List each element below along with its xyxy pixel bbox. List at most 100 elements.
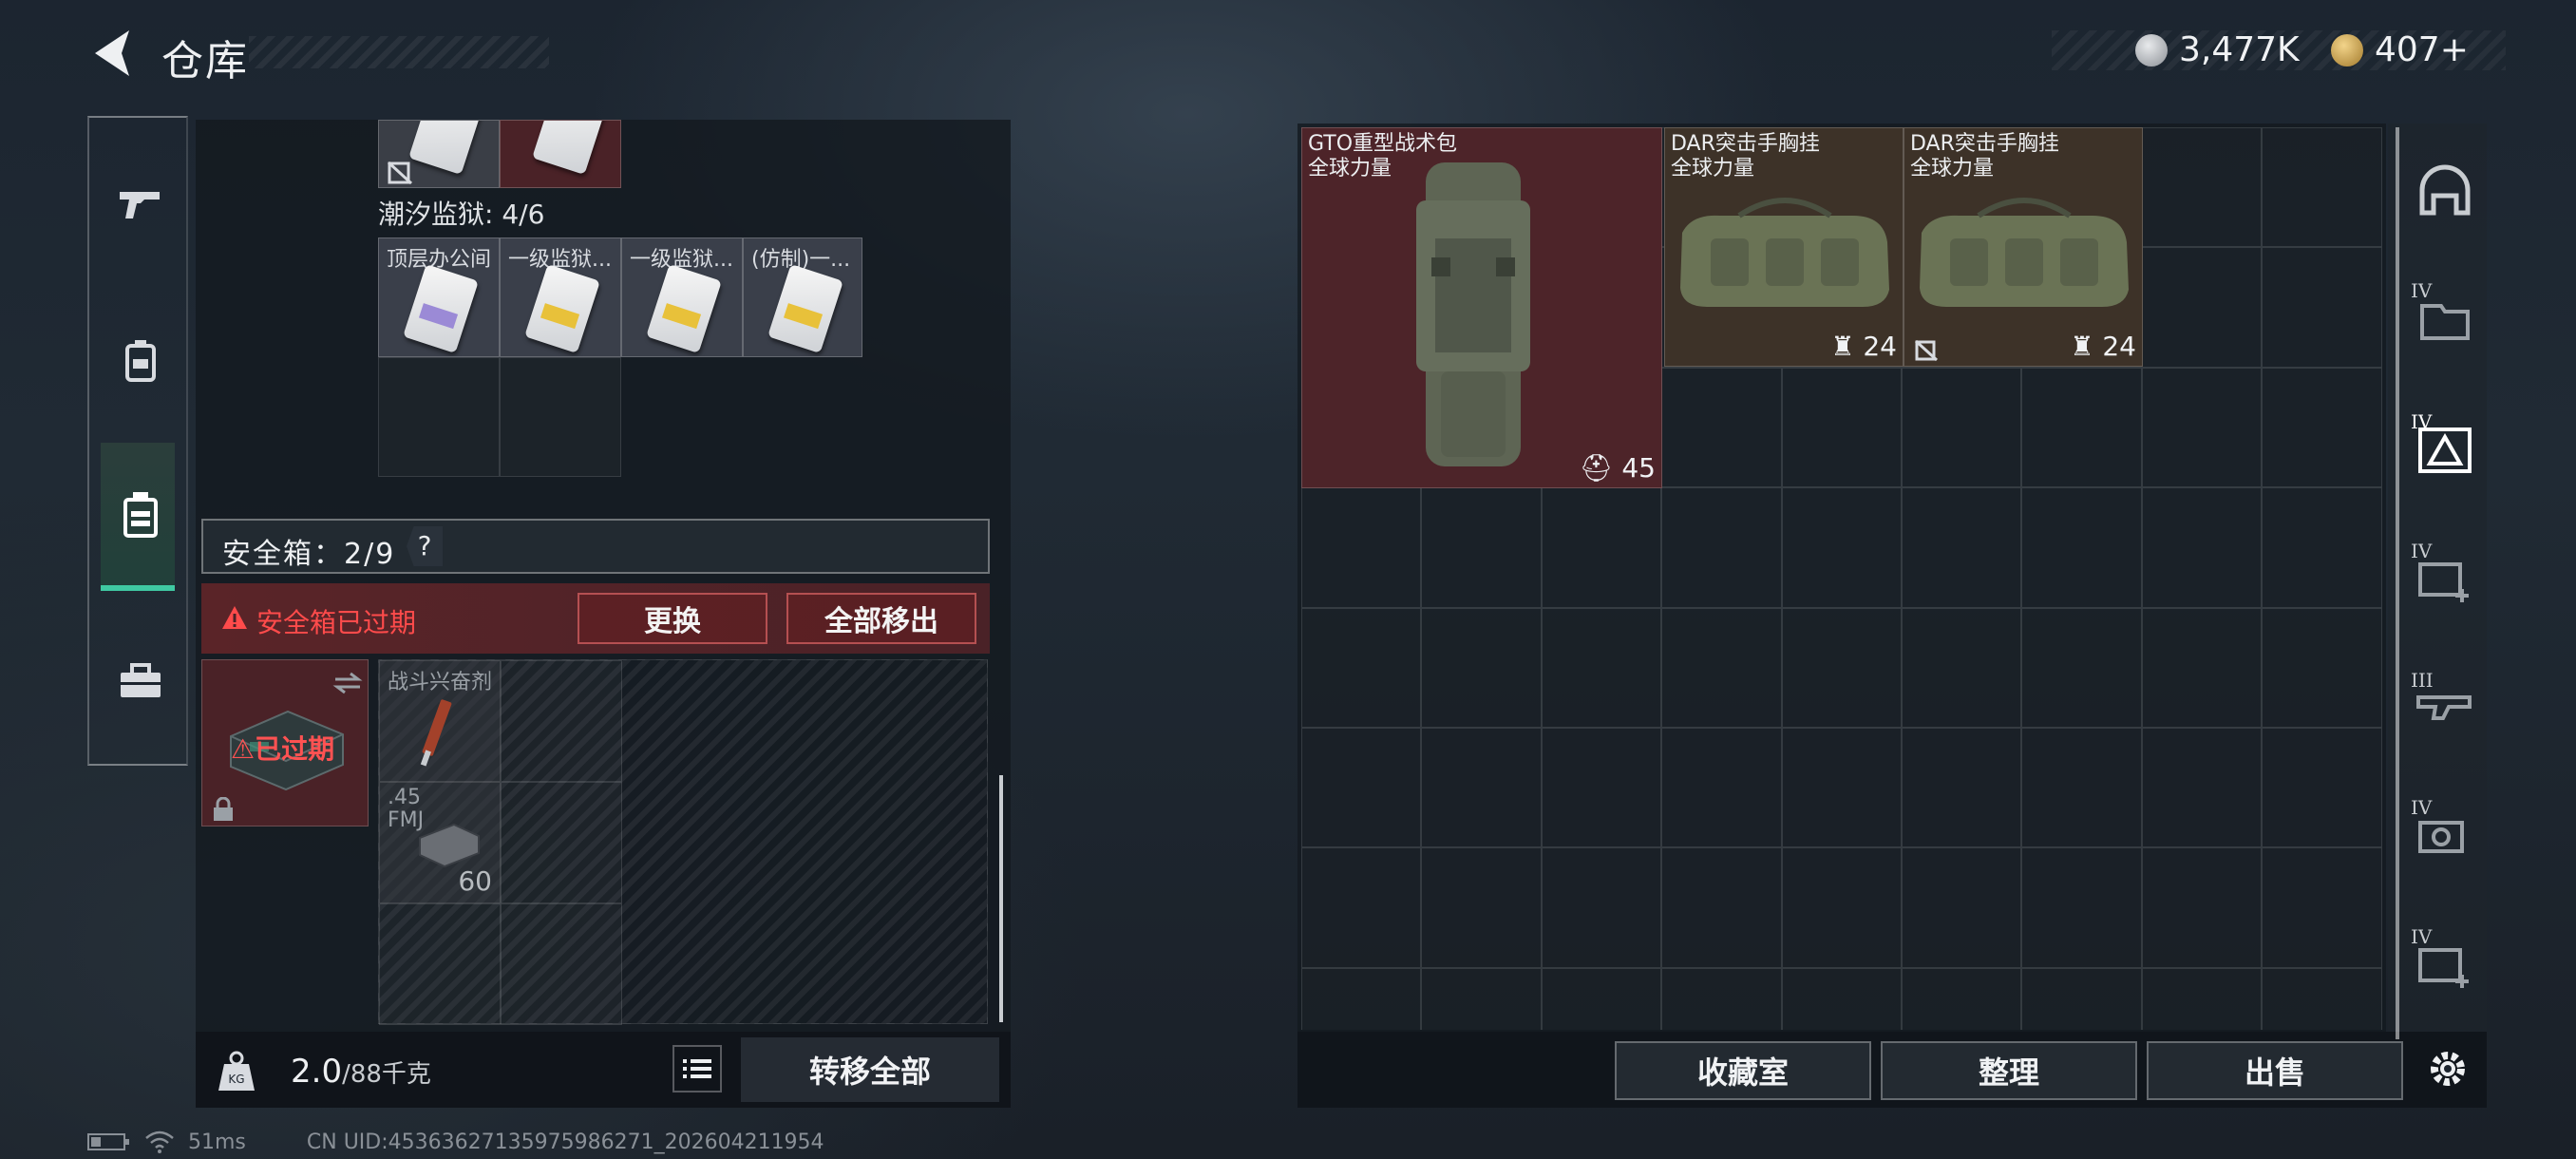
storage-grid-cell[interactable] (2021, 367, 2142, 488)
safe-item-slot[interactable]: .45 FMJ 60 (379, 782, 501, 903)
empty-keycard-slot[interactable] (500, 357, 621, 477)
cropped-item-slot[interactable] (500, 120, 621, 188)
storage-grid-cell[interactable] (1541, 847, 1662, 968)
safe-item-slot[interactable]: 战斗兴奋剂 (379, 660, 501, 782)
transfer-all-button[interactable]: 转移全部 (741, 1037, 999, 1102)
storage-grid-cell[interactable] (2141, 367, 2263, 488)
storage-grid-cell[interactable] (1781, 847, 1902, 968)
keycard-slot[interactable]: 顶层办公间 (378, 238, 500, 357)
storage-grid-cell[interactable] (1902, 487, 2022, 608)
storage-grid-cell[interactable] (2262, 127, 2382, 248)
back-button[interactable] (84, 23, 141, 84)
storage-grid-cell[interactable] (1421, 847, 1542, 968)
storage-grid-cell[interactable] (2262, 728, 2382, 848)
storage-grid-cell[interactable] (1421, 967, 1542, 1030)
storage-grid-cell[interactable] (1661, 967, 1782, 1030)
category-folder-slot[interactable]: IV (2411, 279, 2475, 348)
storage-grid-cell[interactable] (2262, 847, 2382, 968)
storage-grid-cell[interactable] (1541, 967, 1662, 1030)
storage-grid-cell[interactable] (1661, 367, 1782, 488)
storage-grid-cell[interactable] (1421, 487, 1542, 608)
storage-grid-cell[interactable] (2262, 247, 2382, 368)
storage-grid-cell[interactable] (2262, 487, 2382, 608)
storage-grid-cell[interactable] (1301, 487, 1422, 608)
storage-grid-cell[interactable] (1661, 607, 1782, 728)
empty-keycard-slot[interactable] (378, 357, 500, 477)
tier-label: III (2411, 669, 2434, 692)
storage-grid-cell[interactable] (1902, 728, 2022, 848)
category-camera-slot[interactable]: IV (2411, 796, 2475, 864)
storage-grid-cell[interactable] (1781, 967, 1902, 1030)
storage-grid-cell[interactable] (2021, 728, 2142, 848)
storage-grid-cell[interactable] (1902, 367, 2022, 488)
list-view-button[interactable] (672, 1045, 722, 1092)
storage-grid-cell[interactable] (1421, 728, 1542, 848)
keycard-slot[interactable]: 一级监狱... (500, 238, 621, 357)
storage-grid-cell[interactable] (2141, 487, 2263, 608)
storage-grid-cell[interactable] (2262, 607, 2382, 728)
settings-gear-icon[interactable] (2424, 1045, 2472, 1092)
empty-safe-slot[interactable] (501, 660, 622, 782)
storage-grid-cell[interactable] (1781, 367, 1902, 488)
nav-item-weapons[interactable] (103, 165, 179, 241)
empty-safe-slot[interactable] (501, 782, 622, 903)
storage-grid-cell[interactable] (1781, 487, 1902, 608)
category-helmet[interactable] (2415, 162, 2475, 222)
storage-grid-cell[interactable] (1301, 728, 1422, 848)
storage-grid-cell[interactable] (2021, 487, 2142, 608)
storage-grid-cell[interactable] (1781, 728, 1902, 848)
keycard-slot[interactable]: 一级监狱... (621, 238, 743, 357)
storage-scrollbar[interactable] (2396, 127, 2399, 1039)
storage-grid-cell[interactable] (1661, 487, 1782, 608)
category-weapon-slot[interactable]: III (2411, 669, 2475, 737)
help-icon[interactable]: ? (407, 526, 443, 566)
storage-item-dar-rig-2[interactable]: DAR突击手胸挂 全球力量 ♜ 24 (1904, 127, 2143, 367)
no-insure-icon (1914, 339, 1939, 362)
replace-button[interactable]: 更换 (578, 593, 767, 644)
left-panel-scrollbar[interactable] (999, 775, 1003, 1022)
storage-grid-cell[interactable] (1902, 607, 2022, 728)
nav-item-armor[interactable] (103, 323, 179, 399)
storage-grid-cell[interactable] (1421, 607, 1542, 728)
empty-safe-slot[interactable] (501, 903, 622, 1025)
remove-all-button[interactable]: 全部移出 (786, 593, 976, 644)
sell-button[interactable]: 出售 (2147, 1041, 2403, 1100)
collection-room-button[interactable]: 收藏室 (1615, 1041, 1871, 1100)
storage-grid-cell[interactable] (1301, 847, 1422, 968)
storage-grid-cell[interactable] (1301, 967, 1422, 1030)
storage-grid-cell[interactable] (2141, 247, 2263, 368)
storage-grid-cell[interactable] (2021, 607, 2142, 728)
toolbox-icon (121, 663, 161, 697)
storage-grid-cell[interactable] (1781, 607, 1902, 728)
storage-grid-cell[interactable] (2262, 367, 2382, 488)
storage-grid-cell[interactable] (2021, 847, 2142, 968)
category-medkit-slot[interactable]: IV (2411, 540, 2475, 608)
sort-button[interactable]: 整理 (1881, 1041, 2137, 1100)
nav-item-tools[interactable] (103, 642, 179, 718)
keycard-slot[interactable]: (仿制)一... (743, 238, 862, 357)
storage-grid-cell[interactable] (1902, 967, 2022, 1030)
storage-grid-cell[interactable] (2021, 967, 2142, 1030)
storage-grid-cell[interactable] (2141, 607, 2263, 728)
storage-grid-cell[interactable] (1661, 847, 1782, 968)
category-medkit-slot[interactable]: IV (2411, 925, 2475, 994)
storage-grid-cell[interactable] (2141, 847, 2263, 968)
storage-grid-cell[interactable] (1541, 728, 1662, 848)
category-warning-slot[interactable]: IV (2411, 410, 2475, 479)
storage-item-dar-rig-1[interactable]: DAR突击手胸挂 全球力量 ♜ 24 (1664, 127, 1904, 367)
storage-grid-cell[interactable] (1541, 607, 1662, 728)
nav-item-equipment[interactable] (103, 477, 179, 553)
empty-safe-slot[interactable] (379, 903, 501, 1025)
storage-grid-cell[interactable] (1902, 847, 2022, 968)
durability-icon: ♜ (1830, 331, 1855, 362)
storage-grid-cell[interactable] (2141, 127, 2263, 248)
safe-box-thumbnail[interactable]: ⚠已过期 (201, 659, 369, 826)
cropped-item-slot[interactable] (378, 120, 500, 188)
storage-grid-cell[interactable] (2262, 967, 2382, 1030)
storage-grid-cell[interactable] (1661, 728, 1782, 848)
storage-item-gto-backpack[interactable]: GTO重型战术包 全球力量 ⛑ 45 (1301, 127, 1662, 488)
storage-grid-cell[interactable] (1301, 607, 1422, 728)
storage-grid-cell[interactable] (1541, 487, 1662, 608)
storage-grid-cell[interactable] (2141, 728, 2263, 848)
storage-grid-cell[interactable] (2141, 967, 2263, 1030)
